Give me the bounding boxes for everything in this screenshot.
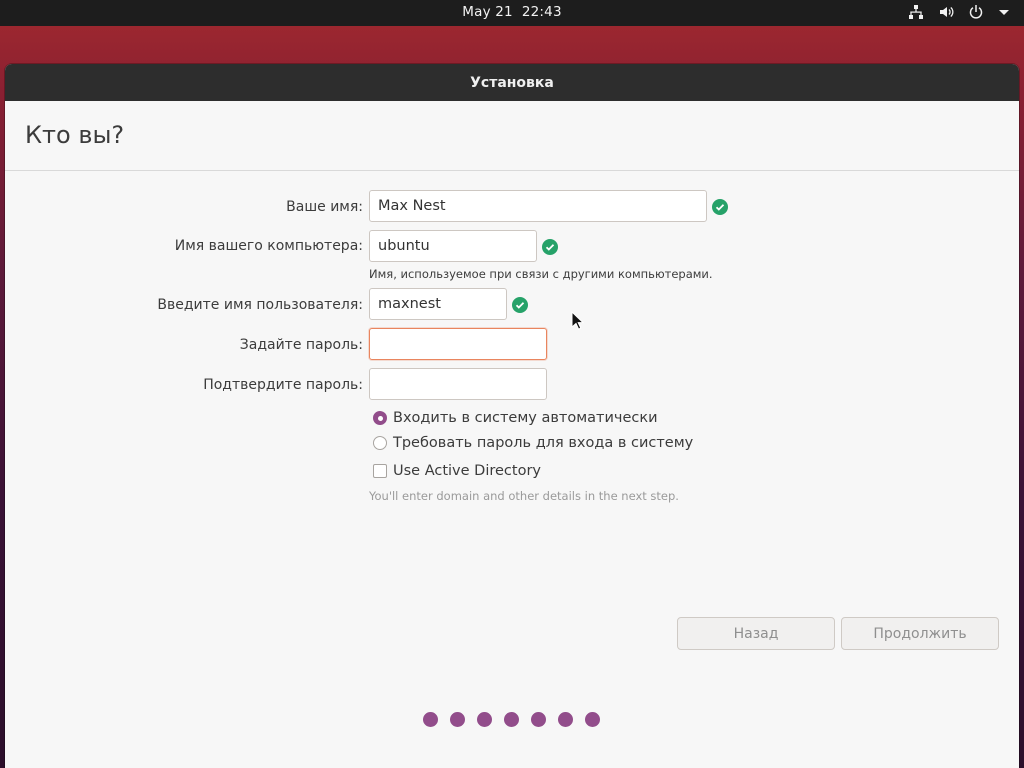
back-button[interactable]: Назад (677, 617, 835, 650)
username-input[interactable] (369, 288, 507, 320)
require-password-radio[interactable] (373, 436, 387, 450)
installer-window: Установка Кто вы? Ваше имя: Имя вашего к… (5, 64, 1019, 768)
username-valid-icon (512, 297, 528, 313)
auto-login-label: Входить в систему автоматически (393, 410, 658, 426)
computer-name-input[interactable] (369, 230, 537, 262)
active-directory-checkbox[interactable] (373, 464, 387, 478)
power-icon[interactable] (968, 4, 984, 20)
mouse-pointer-icon (571, 310, 585, 335)
auto-login-option[interactable]: Входить в систему автоматически (373, 410, 658, 426)
progress-dot (450, 712, 465, 727)
system-menu[interactable] (908, 4, 1010, 20)
name-valid-icon (712, 199, 728, 215)
volume-icon[interactable] (938, 4, 954, 20)
password-label: Задайте пароль: (239, 337, 363, 353)
time-label: 22:43 (521, 4, 562, 20)
progress-dot (504, 712, 519, 727)
date-label: May 21 (462, 4, 513, 20)
auto-login-radio[interactable] (373, 411, 387, 425)
require-password-label: Требовать пароль для входа в систему (393, 435, 694, 451)
active-directory-label: Use Active Directory (393, 463, 541, 479)
require-password-option[interactable]: Требовать пароль для входа в систему (373, 435, 693, 451)
confirm-password-label: Подтвердите пароль: (203, 377, 363, 393)
computer-name-hint: Имя, используемое при связи с другими ко… (369, 267, 713, 281)
progress-dot (558, 712, 573, 727)
confirm-password-input[interactable] (369, 368, 547, 400)
progress-dot (585, 712, 600, 727)
progress-dot (477, 712, 492, 727)
password-input[interactable] (369, 328, 547, 360)
chevron-down-icon[interactable] (998, 6, 1010, 18)
active-directory-hint: You'll enter domain and other details in… (369, 489, 679, 503)
name-label: Ваше имя: (286, 199, 363, 215)
progress-dot (423, 712, 438, 727)
top-bar: May 21 22:43 (0, 0, 1024, 26)
progress-dots (423, 712, 600, 727)
continue-button[interactable]: Продолжить (841, 617, 999, 650)
name-input[interactable] (369, 190, 707, 222)
page-title: Кто вы? (25, 121, 125, 149)
computer-name-label: Имя вашего компьютера: (174, 238, 363, 254)
active-directory-option[interactable]: Use Active Directory (373, 463, 541, 479)
computer-name-valid-icon (542, 239, 558, 255)
progress-dot (531, 712, 546, 727)
network-icon[interactable] (908, 4, 924, 20)
username-label: Введите имя пользователя: (157, 297, 363, 313)
clock[interactable]: May 21 22:43 (0, 4, 1024, 20)
page-header: Кто вы? (5, 101, 1019, 171)
window-title: Установка (5, 64, 1019, 101)
